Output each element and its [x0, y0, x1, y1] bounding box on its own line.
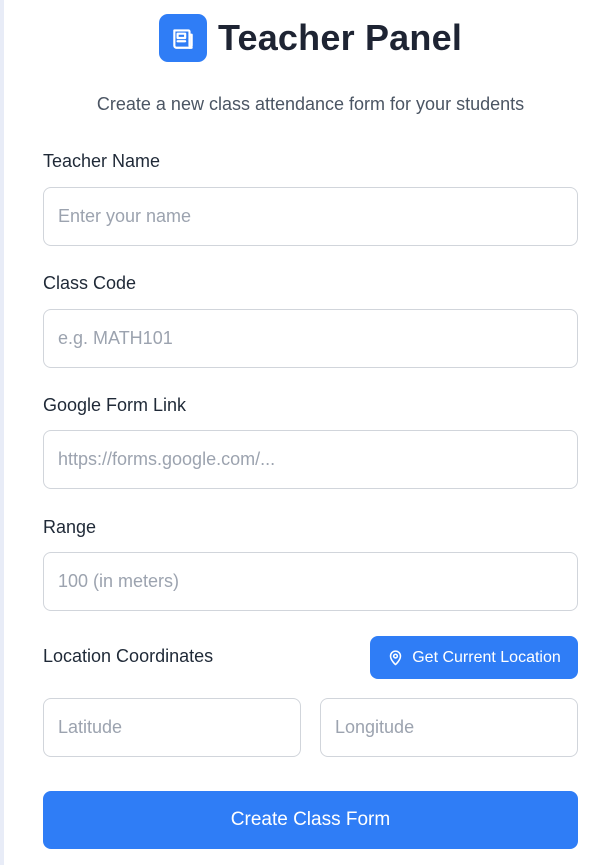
get-current-location-label: Get Current Location	[412, 648, 561, 666]
panel-header: Teacher Panel	[43, 14, 578, 62]
google-form-link-label: Google Form Link	[43, 395, 187, 415]
longitude-input[interactable]	[320, 698, 578, 757]
latitude-input[interactable]	[43, 698, 301, 757]
class-code-input[interactable]	[43, 309, 578, 368]
teacher-name-input[interactable]	[43, 187, 578, 246]
range-input[interactable]	[43, 552, 578, 611]
page-title: Teacher Panel	[217, 17, 463, 58]
left-accent-bar	[0, 0, 4, 865]
get-current-location-button[interactable]: Get Current Location	[370, 636, 578, 679]
range-label: Range	[43, 517, 97, 537]
location-coordinates-label: Location Coordinates	[43, 646, 214, 666]
google-form-link-input[interactable]	[43, 430, 578, 489]
location-pin-icon	[387, 649, 404, 666]
class-code-label: Class Code	[43, 273, 137, 293]
create-class-form-button[interactable]: Create Class Form	[43, 791, 578, 849]
page-subtitle: Create a new class attendance form for y…	[96, 94, 525, 114]
teacher-name-label: Teacher Name	[43, 151, 161, 171]
newspaper-icon	[158, 14, 207, 62]
